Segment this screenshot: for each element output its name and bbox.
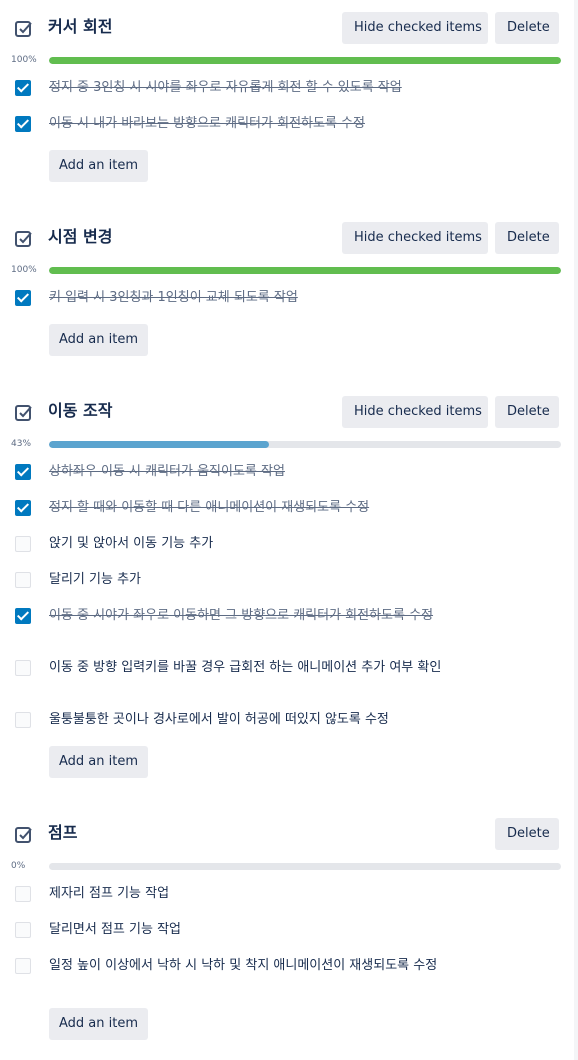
item-text[interactable]: 상하좌우 이동 시 캐릭터가 움직이도록 작업: [49, 462, 479, 482]
item-checkbox[interactable]: [15, 116, 31, 132]
item-text[interactable]: 키 입력 시 3인칭과 1인칭이 교체 되도록 작업: [49, 288, 479, 308]
checklist-progress: 43%: [0, 437, 578, 451]
add-item-button[interactable]: Add an item: [49, 324, 148, 356]
checklist-progress: 100%: [0, 53, 578, 67]
checklist-header: 이동 조작 Hide checked items Delete: [0, 396, 578, 428]
progress-bar-track: [49, 57, 561, 64]
add-item-button[interactable]: Add an item: [49, 746, 148, 778]
item-text[interactable]: 일정 높이 이상에서 낙하 시 낙하 및 착지 애니메이션이 재생되도록 수정: [49, 956, 479, 976]
progress-bar-track: [49, 267, 561, 274]
add-item-button[interactable]: Add an item: [49, 1008, 148, 1040]
item-checkbox[interactable]: [15, 80, 31, 96]
item-checkbox[interactable]: [15, 958, 31, 974]
checklist-header: 커서 회전 Hide checked items Delete: [0, 12, 578, 44]
hide-checked-items-button[interactable]: Hide checked items: [342, 12, 488, 44]
delete-checklist-button[interactable]: Delete: [495, 818, 559, 850]
item-text[interactable]: 달리면서 점프 기능 작업: [49, 920, 479, 940]
item-text[interactable]: 앉기 및 앉아서 이동 기능 추가: [49, 534, 479, 554]
item-checkbox[interactable]: [15, 922, 31, 938]
progress-percent: 0%: [11, 861, 26, 871]
item-checkbox[interactable]: [15, 464, 31, 480]
progress-percent: 43%: [11, 439, 32, 449]
item-text[interactable]: 이동 시 내가 바라보는 방향으로 캐릭터가 회전하도록 수정: [49, 114, 479, 134]
delete-checklist-button[interactable]: Delete: [495, 12, 559, 44]
item-text[interactable]: 이동 중 시야가 좌우로 이동하면 그 방향으로 캐릭터가 회전하도록 수정: [49, 606, 479, 626]
delete-checklist-button[interactable]: Delete: [495, 222, 559, 254]
checklist-progress: 100%: [0, 263, 578, 277]
progress-bar-fill: [49, 267, 561, 274]
progress-percent: 100%: [11, 265, 37, 275]
checklist-title: 점프: [48, 823, 78, 842]
progress-bar-fill: [49, 57, 561, 64]
delete-checklist-button[interactable]: Delete: [495, 396, 559, 428]
item-checkbox[interactable]: [15, 608, 31, 624]
checklist-icon: [15, 21, 32, 37]
checklist-header: 점프 Delete: [0, 818, 578, 850]
progress-percent: 100%: [11, 55, 37, 65]
checklist-title: 커서 회전: [48, 17, 113, 36]
item-checkbox[interactable]: [15, 712, 31, 728]
item-text[interactable]: 정지 할 때와 이동할 때 다른 애니메이션이 재생되도록 수정: [49, 498, 479, 518]
checklist-progress: 0%: [0, 859, 578, 873]
item-checkbox[interactable]: [15, 500, 31, 516]
progress-bar-track: [49, 863, 561, 870]
progress-bar-track: [49, 441, 561, 448]
item-text[interactable]: 울퉁불퉁한 곳이나 경사로에서 발이 허공에 떠있지 않도록 수정: [49, 710, 479, 730]
progress-bar-fill: [49, 441, 270, 448]
checklist-icon: [15, 827, 32, 843]
item-checkbox[interactable]: [15, 660, 31, 676]
item-text[interactable]: 달리기 기능 추가: [49, 570, 479, 590]
item-text[interactable]: 이동 중 방향 입력키를 바꿀 경우 급회전 하는 애니메이션 추가 여부 확인: [49, 658, 479, 678]
hide-checked-items-button[interactable]: Hide checked items: [342, 396, 488, 428]
checklist-title: 이동 조작: [48, 401, 113, 420]
checklist-icon: [15, 231, 32, 247]
item-checkbox[interactable]: [15, 290, 31, 306]
checklist-title: 시점 변경: [48, 227, 113, 246]
item-checkbox[interactable]: [15, 886, 31, 902]
hide-checked-items-button[interactable]: Hide checked items: [342, 222, 488, 254]
item-checkbox[interactable]: [15, 536, 31, 552]
add-item-button[interactable]: Add an item: [49, 150, 148, 182]
item-checkbox[interactable]: [15, 572, 31, 588]
right-edge-divider: [574, 0, 578, 1060]
checklist-icon: [15, 405, 32, 421]
item-text[interactable]: 정지 중 3인칭 시 시야를 좌우로 자유롭게 회전 할 수 있도록 작업: [49, 78, 479, 98]
item-text[interactable]: 제자리 점프 기능 작업: [49, 884, 479, 904]
checklist-header: 시점 변경 Hide checked items Delete: [0, 222, 578, 254]
